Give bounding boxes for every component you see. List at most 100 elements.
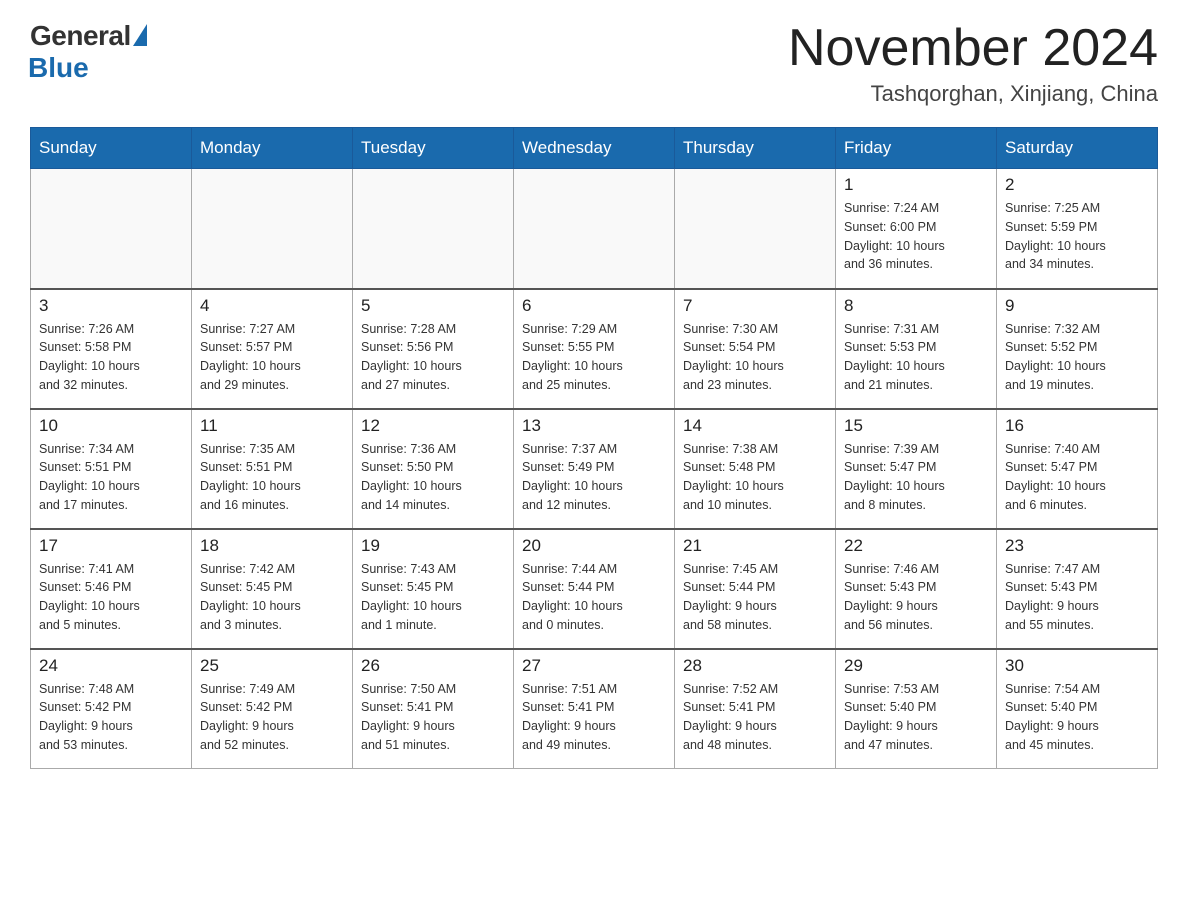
- day-number: 2: [1005, 175, 1149, 195]
- calendar-cell: 3 Sunrise: 7:26 AM Sunset: 5:58 PM Daylig…: [31, 289, 192, 409]
- day-info: Sunrise: 7:40 AM Sunset: 5:47 PM Dayligh…: [1005, 440, 1149, 515]
- calendar-day-header: Tuesday: [353, 128, 514, 169]
- day-info: Sunrise: 7:39 AM Sunset: 5:47 PM Dayligh…: [844, 440, 988, 515]
- day-number: 24: [39, 656, 183, 676]
- title-area: November 2024 Tashqorghan, Xinjiang, Chi…: [788, 20, 1158, 107]
- day-info: Sunrise: 7:48 AM Sunset: 5:42 PM Dayligh…: [39, 680, 183, 755]
- calendar-cell: 7 Sunrise: 7:30 AM Sunset: 5:54 PM Daylig…: [675, 289, 836, 409]
- calendar-cell: 1 Sunrise: 7:24 AM Sunset: 6:00 PM Daylig…: [836, 169, 997, 289]
- calendar-cell: 14 Sunrise: 7:38 AM Sunset: 5:48 PM Dayli…: [675, 409, 836, 529]
- day-info: Sunrise: 7:30 AM Sunset: 5:54 PM Dayligh…: [683, 320, 827, 395]
- day-number: 1: [844, 175, 988, 195]
- day-number: 20: [522, 536, 666, 556]
- calendar-week-row: 10Sunrise: 7:34 AM Sunset: 5:51 PM Dayli…: [31, 409, 1158, 529]
- calendar-week-row: 24 Sunrise: 7:48 AM Sunset: 5:42 PM Dayli…: [31, 649, 1158, 769]
- day-number: 18: [200, 536, 344, 556]
- day-info: Sunrise: 7:53 AM Sunset: 5:40 PM Dayligh…: [844, 680, 988, 755]
- calendar-cell: 23Sunrise: 7:47 AM Sunset: 5:43 PM Dayli…: [997, 529, 1158, 649]
- calendar-day-header: Sunday: [31, 128, 192, 169]
- day-info: Sunrise: 7:37 AM Sunset: 5:49 PM Dayligh…: [522, 440, 666, 515]
- day-info: Sunrise: 7:46 AM Sunset: 5:43 PM Dayligh…: [844, 560, 988, 635]
- calendar-cell: 27 Sunrise: 7:51 AM Sunset: 5:41 PM Dayli…: [514, 649, 675, 769]
- calendar-cell: 24 Sunrise: 7:48 AM Sunset: 5:42 PM Dayli…: [31, 649, 192, 769]
- day-number: 16: [1005, 416, 1149, 436]
- day-info: Sunrise: 7:42 AM Sunset: 5:45 PM Dayligh…: [200, 560, 344, 635]
- calendar-cell: [675, 169, 836, 289]
- calendar-cell: 20Sunrise: 7:44 AM Sunset: 5:44 PM Dayli…: [514, 529, 675, 649]
- calendar-cell: 9 Sunrise: 7:32 AM Sunset: 5:52 PM Daylig…: [997, 289, 1158, 409]
- day-info: Sunrise: 7:50 AM Sunset: 5:41 PM Dayligh…: [361, 680, 505, 755]
- calendar-cell: 30Sunrise: 7:54 AM Sunset: 5:40 PM Dayli…: [997, 649, 1158, 769]
- day-info: Sunrise: 7:26 AM Sunset: 5:58 PM Dayligh…: [39, 320, 183, 395]
- day-number: 7: [683, 296, 827, 316]
- calendar-day-header: Monday: [192, 128, 353, 169]
- calendar-week-row: 17Sunrise: 7:41 AM Sunset: 5:46 PM Dayli…: [31, 529, 1158, 649]
- calendar-cell: [514, 169, 675, 289]
- calendar-cell: 29 Sunrise: 7:53 AM Sunset: 5:40 PM Dayli…: [836, 649, 997, 769]
- day-info: Sunrise: 7:28 AM Sunset: 5:56 PM Dayligh…: [361, 320, 505, 395]
- day-info: Sunrise: 7:32 AM Sunset: 5:52 PM Dayligh…: [1005, 320, 1149, 395]
- day-number: 17: [39, 536, 183, 556]
- day-info: Sunrise: 7:31 AM Sunset: 5:53 PM Dayligh…: [844, 320, 988, 395]
- day-info: Sunrise: 7:25 AM Sunset: 5:59 PM Dayligh…: [1005, 199, 1149, 274]
- calendar-cell: 10Sunrise: 7:34 AM Sunset: 5:51 PM Dayli…: [31, 409, 192, 529]
- day-info: Sunrise: 7:38 AM Sunset: 5:48 PM Dayligh…: [683, 440, 827, 515]
- day-number: 23: [1005, 536, 1149, 556]
- calendar-cell: 12 Sunrise: 7:36 AM Sunset: 5:50 PM Dayli…: [353, 409, 514, 529]
- location-subtitle: Tashqorghan, Xinjiang, China: [788, 81, 1158, 107]
- day-info: Sunrise: 7:43 AM Sunset: 5:45 PM Dayligh…: [361, 560, 505, 635]
- calendar-cell: 19 Sunrise: 7:43 AM Sunset: 5:45 PM Dayli…: [353, 529, 514, 649]
- day-info: Sunrise: 7:45 AM Sunset: 5:44 PM Dayligh…: [683, 560, 827, 635]
- day-number: 21: [683, 536, 827, 556]
- day-info: Sunrise: 7:35 AM Sunset: 5:51 PM Dayligh…: [200, 440, 344, 515]
- day-info: Sunrise: 7:49 AM Sunset: 5:42 PM Dayligh…: [200, 680, 344, 755]
- calendar-cell: 4Sunrise: 7:27 AM Sunset: 5:57 PM Daylig…: [192, 289, 353, 409]
- calendar-cell: 6Sunrise: 7:29 AM Sunset: 5:55 PM Daylig…: [514, 289, 675, 409]
- calendar-cell: 15 Sunrise: 7:39 AM Sunset: 5:47 PM Dayli…: [836, 409, 997, 529]
- calendar-cell: 28 Sunrise: 7:52 AM Sunset: 5:41 PM Dayli…: [675, 649, 836, 769]
- calendar-cell: [31, 169, 192, 289]
- calendar-day-header: Friday: [836, 128, 997, 169]
- day-info: Sunrise: 7:24 AM Sunset: 6:00 PM Dayligh…: [844, 199, 988, 274]
- day-info: Sunrise: 7:52 AM Sunset: 5:41 PM Dayligh…: [683, 680, 827, 755]
- day-number: 3: [39, 296, 183, 316]
- calendar-week-row: 1 Sunrise: 7:24 AM Sunset: 6:00 PM Daylig…: [31, 169, 1158, 289]
- calendar-cell: [353, 169, 514, 289]
- day-number: 14: [683, 416, 827, 436]
- calendar-cell: 17Sunrise: 7:41 AM Sunset: 5:46 PM Dayli…: [31, 529, 192, 649]
- day-number: 12: [361, 416, 505, 436]
- logo-general-text: General: [30, 20, 131, 52]
- month-title: November 2024: [788, 20, 1158, 77]
- day-number: 19: [361, 536, 505, 556]
- day-number: 11: [200, 416, 344, 436]
- calendar-table: SundayMondayTuesdayWednesdayThursdayFrid…: [30, 127, 1158, 769]
- calendar-week-row: 3 Sunrise: 7:26 AM Sunset: 5:58 PM Daylig…: [31, 289, 1158, 409]
- calendar-day-header: Thursday: [675, 128, 836, 169]
- day-number: 28: [683, 656, 827, 676]
- calendar-day-header: Wednesday: [514, 128, 675, 169]
- day-info: Sunrise: 7:29 AM Sunset: 5:55 PM Dayligh…: [522, 320, 666, 395]
- page-header: General Blue November 2024 Tashqorghan, …: [30, 20, 1158, 107]
- day-number: 29: [844, 656, 988, 676]
- calendar-day-header: Saturday: [997, 128, 1158, 169]
- day-number: 15: [844, 416, 988, 436]
- day-info: Sunrise: 7:36 AM Sunset: 5:50 PM Dayligh…: [361, 440, 505, 515]
- day-number: 4: [200, 296, 344, 316]
- day-info: Sunrise: 7:34 AM Sunset: 5:51 PM Dayligh…: [39, 440, 183, 515]
- calendar-cell: 21 Sunrise: 7:45 AM Sunset: 5:44 PM Dayli…: [675, 529, 836, 649]
- calendar-cell: 2 Sunrise: 7:25 AM Sunset: 5:59 PM Daylig…: [997, 169, 1158, 289]
- calendar-cell: [192, 169, 353, 289]
- calendar-cell: 8 Sunrise: 7:31 AM Sunset: 5:53 PM Daylig…: [836, 289, 997, 409]
- calendar-cell: 13Sunrise: 7:37 AM Sunset: 5:49 PM Dayli…: [514, 409, 675, 529]
- logo: General Blue: [30, 20, 147, 84]
- day-number: 22: [844, 536, 988, 556]
- day-number: 8: [844, 296, 988, 316]
- day-number: 30: [1005, 656, 1149, 676]
- calendar-cell: 22 Sunrise: 7:46 AM Sunset: 5:43 PM Dayli…: [836, 529, 997, 649]
- logo-triangle-icon: [133, 24, 147, 46]
- day-info: Sunrise: 7:51 AM Sunset: 5:41 PM Dayligh…: [522, 680, 666, 755]
- calendar-header-row: SundayMondayTuesdayWednesdayThursdayFrid…: [31, 128, 1158, 169]
- day-number: 27: [522, 656, 666, 676]
- day-number: 9: [1005, 296, 1149, 316]
- calendar-cell: 26Sunrise: 7:50 AM Sunset: 5:41 PM Dayli…: [353, 649, 514, 769]
